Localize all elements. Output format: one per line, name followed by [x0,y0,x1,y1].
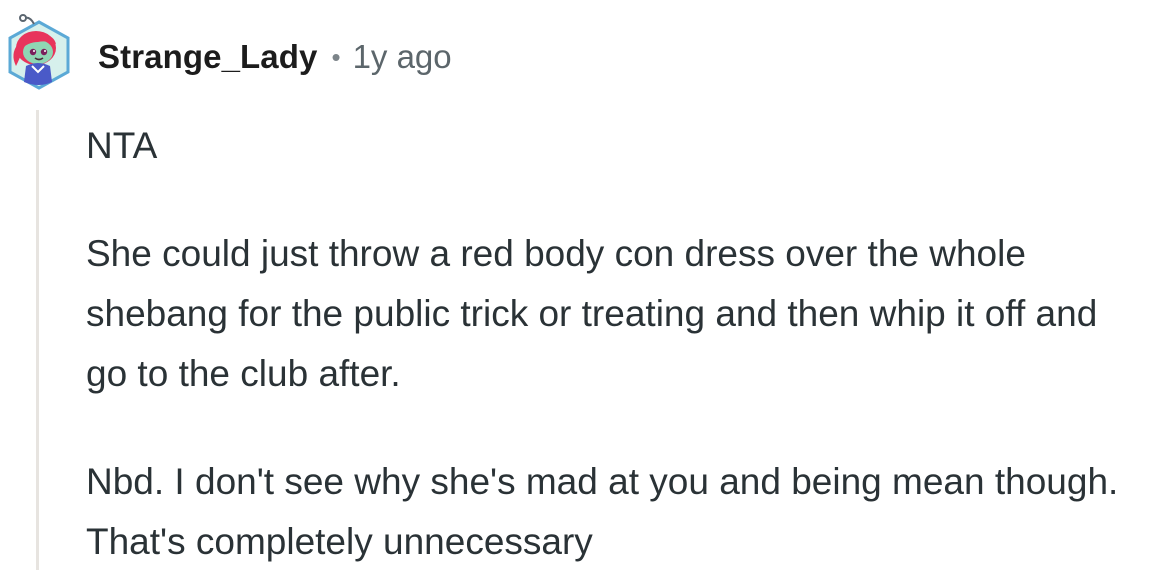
meta-separator: • [331,42,341,72]
comment-body: NTA She could just throw a red body con … [86,116,1148,570]
thread-collapse-line[interactable] [36,110,39,570]
comment-timestamp[interactable]: 1y ago [353,38,452,76]
comment-paragraph: NTA [86,125,158,166]
username-link[interactable]: Strange_Lady [98,38,317,76]
user-avatar[interactable] [4,14,74,92]
snoo-avatar-icon [8,14,70,90]
comment-header: Strange_Lady • 1y ago [98,34,452,80]
comment-paragraph: Nbd. I don't see why she's mad at you an… [86,461,1119,562]
comment-paragraph: She could just throw a red body con dres… [86,233,1098,394]
comment: Strange_Lady • 1y ago NTA She could just… [0,0,1153,570]
